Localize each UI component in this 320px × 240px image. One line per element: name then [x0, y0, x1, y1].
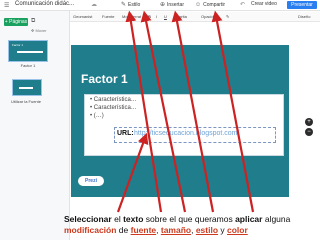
instruction-caption: Seleccionar el texto sobre el que queram… — [64, 214, 291, 235]
arrow-to-font — [125, 10, 163, 213]
annotation-arrows — [116, 10, 255, 213]
arrow-to-selection — [116, 132, 149, 213]
arrow-to-size — [140, 10, 187, 213]
arrow-to-color — [211, 10, 255, 213]
arrow-to-style — [171, 10, 215, 213]
